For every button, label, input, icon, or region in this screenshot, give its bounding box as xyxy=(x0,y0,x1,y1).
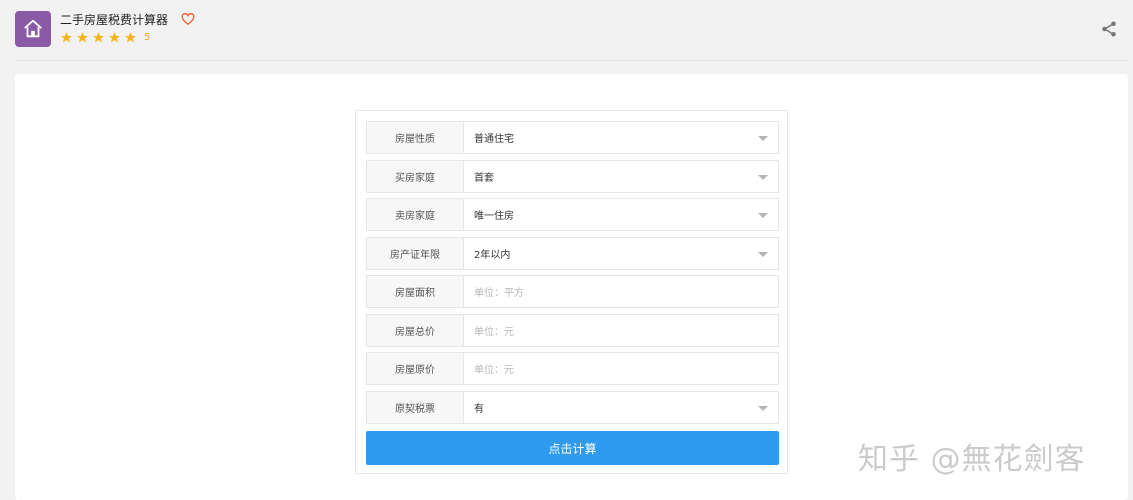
house-icon[interactable] xyxy=(15,11,51,47)
select-value: 首套 xyxy=(474,172,494,184)
chevron-down-icon xyxy=(758,174,768,180)
watermark: 知乎 @無花劍客 xyxy=(858,442,1086,477)
header-divider xyxy=(15,60,1128,61)
property-type-select[interactable]: 普通住宅 xyxy=(464,121,779,154)
star-icon xyxy=(61,32,72,43)
row-label: 房屋总价 xyxy=(366,313,464,347)
input-placeholder: 单位：平方 xyxy=(474,288,524,299)
row-property-type: 房屋性质 普通住宅 xyxy=(366,121,779,154)
select-value: 普通住宅 xyxy=(474,134,514,145)
star-icon xyxy=(125,32,136,43)
row-label: 卖房家庭 xyxy=(366,198,464,231)
select-value: 有 xyxy=(474,403,484,415)
calculate-button[interactable]: 点击计算 xyxy=(366,431,779,465)
area-input[interactable]: 单位：平方 xyxy=(464,275,779,308)
chevron-down-icon xyxy=(758,213,768,218)
seller-family-select[interactable]: 唯一住房 xyxy=(464,198,779,231)
deed-tax-receipt-select[interactable]: 有 xyxy=(464,390,779,424)
star-icon xyxy=(109,32,120,43)
rating-value: 5 xyxy=(144,32,151,43)
certificate-years-select[interactable]: 2年以内 xyxy=(464,236,779,270)
heart-icon[interactable] xyxy=(181,11,195,26)
input-placeholder: 单位：元 xyxy=(474,326,514,338)
row-buyer-family: 买房家庭 首套 xyxy=(366,159,779,193)
buyer-family-select[interactable]: 首套 xyxy=(464,159,779,193)
row-total-price: 房屋总价 单位：元 xyxy=(366,313,779,347)
chevron-down-icon xyxy=(758,136,768,141)
star-icon xyxy=(77,32,88,43)
row-label: 房屋性质 xyxy=(366,121,464,154)
chevron-down-icon xyxy=(758,405,768,411)
row-label: 房屋面积 xyxy=(366,275,464,308)
rating-stars: 5 xyxy=(60,31,150,44)
row-label: 买房家庭 xyxy=(366,159,464,193)
app-header: 二手房屋税费计算器 5 xyxy=(0,0,1133,60)
row-label: 房产证年限 xyxy=(366,236,464,270)
row-label: 房屋原价 xyxy=(366,352,464,385)
star-icon xyxy=(93,32,104,43)
row-deed-tax-receipt: 原契税票 有 xyxy=(366,390,779,424)
row-label: 原契税票 xyxy=(366,390,464,424)
row-certificate-years: 房产证年限 2年以内 xyxy=(366,236,779,270)
input-placeholder: 单位：元 xyxy=(474,365,514,376)
select-value: 唯一住房 xyxy=(474,211,514,222)
chevron-down-icon xyxy=(758,251,768,257)
tax-calculator-form: 房屋性质 普通住宅 买房家庭 首套 卖房家庭 唯一住房 房产证年限 2年以内 房… xyxy=(355,110,788,474)
row-area: 房屋面积 单位：平方 xyxy=(366,275,779,308)
app-title: 二手房屋税费计算器 xyxy=(60,13,169,27)
row-original-price: 房屋原价 单位：元 xyxy=(366,352,779,385)
row-seller-family: 卖房家庭 唯一住房 xyxy=(366,198,779,231)
share-icon[interactable] xyxy=(1100,20,1118,38)
original-price-input[interactable]: 单位：元 xyxy=(464,352,779,385)
select-value: 2年以内 xyxy=(474,249,511,261)
total-price-input[interactable]: 单位：元 xyxy=(464,313,779,347)
